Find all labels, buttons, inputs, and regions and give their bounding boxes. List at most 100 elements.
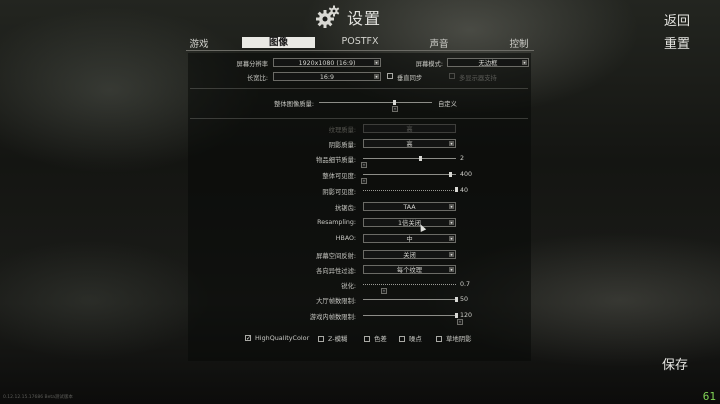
anti-aliasing-dropdown[interactable]: TAA ▾	[363, 202, 456, 211]
chevron-down-icon: ▾	[449, 236, 454, 241]
texture-quality-value: 高	[406, 126, 413, 133]
visibility-slider[interactable]	[363, 174, 456, 175]
hbao-dropdown[interactable]: 中 ▾	[363, 234, 456, 243]
sharpen-handle[interactable]: «	[381, 288, 387, 294]
grass-shadows-label: 草地阴影	[446, 335, 472, 343]
hbao-label: HBAO:	[335, 235, 356, 242]
checkbox-noise[interactable]	[399, 335, 405, 342]
visibility-knob[interactable]	[449, 172, 452, 177]
chevron-down-icon: ▾	[374, 74, 379, 79]
screen-mode-dropdown[interactable]: 无边框 ▾	[447, 58, 529, 67]
save-button[interactable]: 保存	[662, 354, 688, 373]
checkbox-chromatic[interactable]	[364, 335, 370, 342]
shadow-quality-label: 阴影质量:	[328, 142, 356, 149]
divider	[190, 118, 528, 119]
tab-sound[interactable]: 声音	[428, 36, 450, 50]
anisotropic-dropdown[interactable]: 每个纹理 ▾	[363, 265, 456, 274]
resolution-dropdown[interactable]: 1920x1080 (16:9) ▾	[273, 58, 381, 67]
chevron-down-icon: ▾	[449, 267, 454, 272]
checkbox-high-quality-color[interactable]: ✓	[245, 335, 251, 342]
noise-label: 噪点	[409, 335, 422, 343]
resampling-label: Resampling:	[317, 219, 356, 226]
tab-postfx[interactable]: POSTFX	[340, 36, 380, 47]
fps-counter: 61	[702, 390, 716, 403]
lobby-fps-label: 大厅帧数限制:	[316, 298, 356, 305]
sharpen-label: 锐化:	[341, 283, 356, 290]
multimonitor-checkbox[interactable]	[449, 73, 455, 79]
chromatic-label: 色差	[374, 335, 387, 343]
chevron-down-icon: ▾	[449, 252, 454, 257]
gear-icon	[316, 5, 340, 28]
check-chromatic[interactable]: 色差	[364, 334, 387, 343]
chevron-down-icon: ▾	[374, 60, 379, 65]
multimonitor-label: 多显示器支持	[459, 75, 497, 82]
shadow-quality-dropdown[interactable]: 高 ▾	[363, 139, 456, 148]
screen-mode-label: 屏幕模式:	[415, 61, 443, 68]
game-fps-knob[interactable]	[455, 313, 458, 318]
tab-underline	[186, 50, 534, 51]
overall-quality-knob[interactable]	[393, 100, 396, 105]
shadow-visibility-knob[interactable]	[455, 187, 458, 192]
overall-quality-slider[interactable]	[319, 102, 432, 103]
tab-graphics[interactable]: 图像	[242, 37, 315, 48]
resampling-dropdown[interactable]: 1倍关闭 ▾	[363, 218, 456, 227]
lobby-fps-value: 50	[460, 296, 469, 303]
anti-aliasing-value: TAA	[403, 204, 416, 211]
divider	[190, 88, 528, 89]
sharpen-slider[interactable]	[363, 284, 456, 285]
checkbox-z-blur[interactable]	[318, 335, 324, 342]
texture-quality-dropdown[interactable]: 高	[363, 124, 456, 133]
visibility-handle[interactable]: «	[361, 178, 367, 184]
game-fps-label: 游戏内帧数限制:	[309, 314, 356, 321]
checkbox-grass-shadows[interactable]	[436, 335, 442, 342]
sharpen-value: 0.7	[460, 281, 471, 288]
object-lod-knob[interactable]	[419, 156, 422, 161]
check-z-blur[interactable]: Z-模糊	[318, 334, 347, 343]
lobby-fps-knob[interactable]	[455, 297, 458, 302]
lobby-fps-slider[interactable]	[363, 299, 456, 300]
high-quality-color-label: HighQualityColor	[255, 334, 310, 342]
object-lod-slider[interactable]	[363, 158, 456, 159]
chevron-down-icon: ▾	[449, 204, 454, 209]
screen-mode-value: 无边框	[478, 60, 498, 67]
visibility-label: 整体可见度:	[322, 173, 356, 180]
z-blur-label: Z-模糊	[328, 335, 348, 343]
texture-quality-label: 纹理质量:	[328, 127, 356, 134]
anisotropic-value: 每个纹理	[396, 267, 423, 274]
back-button[interactable]: 返回	[664, 10, 690, 29]
ssr-label: 屏幕空间反射:	[316, 253, 356, 260]
anti-aliasing-label: 抗锯齿:	[334, 205, 356, 212]
shadow-visibility-value: 40	[460, 187, 469, 194]
object-lod-handle[interactable]: «	[361, 162, 367, 168]
check-high-quality-color[interactable]: ✓ HighQualityColor	[245, 334, 309, 342]
shadow-visibility-label: 阴影可见度:	[322, 189, 356, 196]
vsync-label: 垂直同步	[397, 75, 423, 82]
aspect-label: 长宽比:	[246, 75, 268, 82]
tab-game[interactable]: 游戏	[188, 36, 210, 50]
chevron-down-icon: ▾	[449, 220, 454, 225]
reset-button[interactable]: 重置	[664, 33, 690, 52]
game-fps-value: 120	[460, 312, 473, 319]
shadow-quality-value: 高	[406, 141, 413, 148]
object-lod-label: 物品细节质量:	[316, 157, 356, 164]
aspect-dropdown[interactable]: 16:9 ▾	[273, 72, 381, 81]
chevron-down-icon: ▾	[522, 60, 527, 65]
page-header: 设置	[315, 4, 381, 30]
overall-quality-handle[interactable]: «	[392, 106, 398, 112]
overall-quality-value: 自定义	[438, 101, 457, 108]
check-noise[interactable]: 噪点	[399, 334, 422, 343]
aspect-value: 16:9	[319, 74, 335, 81]
shadow-visibility-slider[interactable]	[363, 190, 456, 191]
object-lod-value: 2	[460, 155, 465, 162]
ssr-dropdown[interactable]: 关闭 ▾	[363, 250, 456, 259]
check-grass-shadows[interactable]: 草地阴影	[436, 334, 472, 343]
visibility-value: 400	[460, 171, 473, 178]
resolution-label: 屏幕分辨率	[236, 61, 268, 68]
game-fps-handle[interactable]: «	[457, 319, 463, 325]
overall-quality-label: 整体图像质量:	[274, 101, 314, 108]
vsync-checkbox[interactable]	[387, 73, 393, 79]
game-fps-slider[interactable]	[363, 315, 456, 316]
tab-controls[interactable]: 控制	[508, 36, 530, 50]
version-text: 0.12.12.15.17686 Beta测试版本	[3, 395, 73, 400]
chevron-down-icon: ▾	[449, 141, 454, 146]
